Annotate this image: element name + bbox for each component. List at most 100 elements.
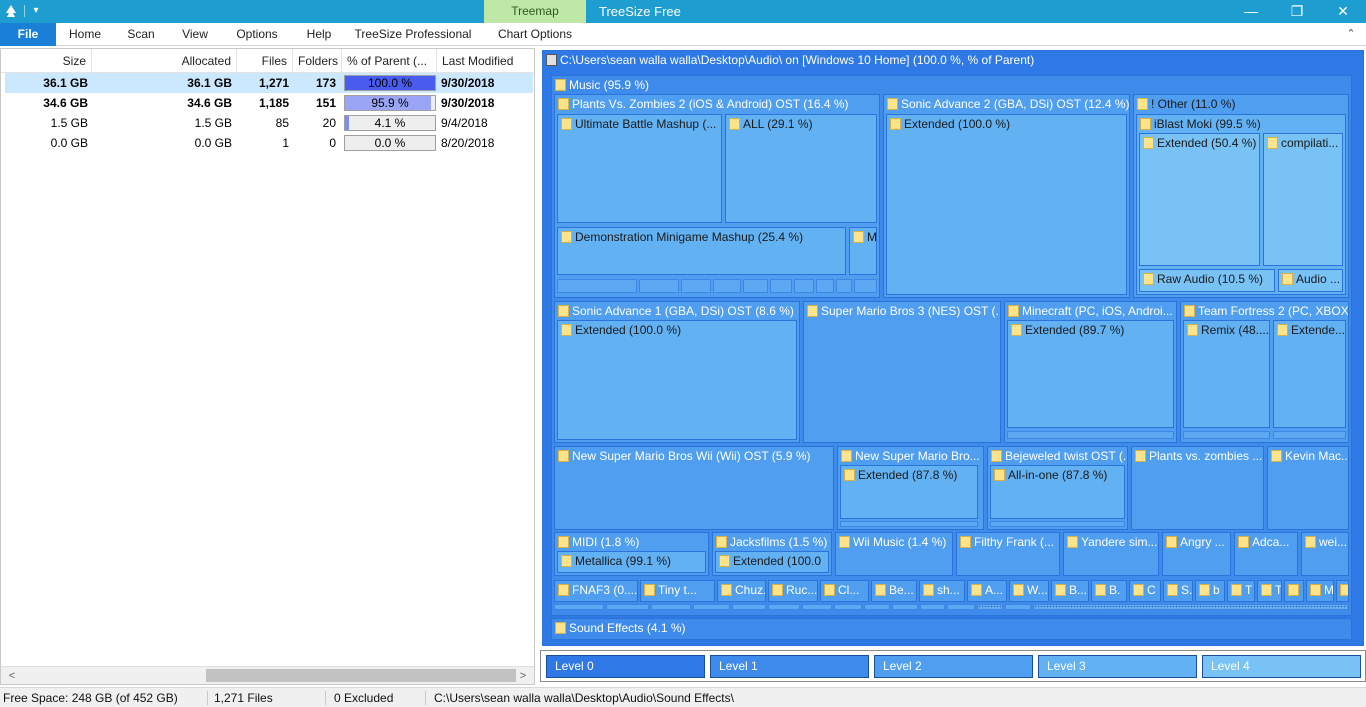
table-row[interactable]: 1.5 GB 1.5 GB 85 20 4.1 % 9/4/2018 [5, 113, 533, 133]
treemap-folder-small[interactable]: Ruc... [768, 580, 818, 602]
treemap-file[interactable] [977, 604, 1003, 610]
level-2-button[interactable]: Level 2 [874, 655, 1033, 678]
treemap-file[interactable] [834, 604, 862, 610]
tab-help[interactable]: Help [296, 23, 342, 46]
column-header-allocated[interactable]: Allocated [92, 49, 237, 73]
treemap-folder-wii-music[interactable]: Wii Music (1.4 %) [835, 532, 953, 576]
treemap-folder-plants-vs-zombies[interactable]: Plants vs. zombies ... [1131, 446, 1264, 530]
treemap-folder-small[interactable]: Tiny t... [640, 580, 715, 602]
treemap-folder-jacksfilms-extended[interactable]: Extended (100.0 [715, 551, 829, 573]
treemap-folder-small[interactable]: Chuz... [717, 580, 766, 602]
context-tab-treemap[interactable]: Treemap [484, 0, 586, 23]
treemap-folder-nsmb-extended[interactable]: Extended (87.8 %) [840, 465, 978, 519]
column-header-files[interactable]: Files [237, 49, 293, 73]
tab-scan[interactable]: Scan [118, 23, 164, 46]
column-header-percent-of-parent[interactable]: % of Parent (... [342, 49, 437, 73]
treemap-folder-small[interactable]: C [1129, 580, 1161, 602]
treemap-folder-smb3[interactable]: Super Mario Bros 3 (NES) OST (... [803, 301, 1001, 443]
treemap-file[interactable] [651, 604, 691, 610]
treemap-file[interactable] [681, 279, 711, 293]
treemap-file[interactable] [1005, 604, 1031, 610]
treemap-file[interactable] [1007, 431, 1174, 439]
quick-access-dropdown-icon[interactable]: ▾ [30, 4, 42, 18]
treemap-folder-angry[interactable]: Angry ... [1162, 532, 1231, 576]
treemap-folder-small[interactable]: A... [967, 580, 1007, 602]
treemap-folder-wei[interactable]: wei... [1301, 532, 1349, 576]
level-4-button[interactable]: Level 4 [1202, 655, 1361, 678]
column-header-last-modified[interactable]: Last Modified [437, 49, 534, 73]
treemap-folder-sa1-extended[interactable]: Extended (100.0 %) [557, 320, 797, 440]
tab-options[interactable]: Options [228, 23, 286, 46]
treemap-folder-yandere-sim[interactable]: Yandere sim... [1063, 532, 1159, 576]
treemap-folder-small[interactable]: B... [1051, 580, 1089, 602]
treemap-folder-filthy-frank[interactable]: Filthy Frank (... [956, 532, 1060, 576]
treemap-folder-nsmb-wii[interactable]: New Super Mario Bros Wii (Wii) OST (5.9 … [554, 446, 834, 530]
treemap-file[interactable] [713, 279, 741, 293]
table-row[interactable]: 0.0 GB 0.0 GB 1 0 0.0 % 8/20/2018 [5, 133, 533, 153]
treemap-folder-minecraft-extended[interactable]: Extended (89.7 %) [1007, 320, 1174, 428]
treemap-folder-small[interactable]: Be... [871, 580, 917, 602]
treemap-folder-audio[interactable]: Audio ... [1278, 269, 1343, 292]
horizontal-scrollbar[interactable]: < > [1, 666, 534, 684]
treemap-file[interactable] [920, 604, 945, 610]
treesize-app-icon[interactable] [4, 4, 18, 18]
table-row[interactable]: 34.6 GB 34.6 GB 1,185 151 95.9 % 9/30/2018 [5, 93, 533, 113]
treemap-folder-small[interactable]: T [1257, 580, 1282, 602]
treemap-file[interactable] [639, 279, 679, 293]
treemap-folder-sa2-extended[interactable]: Extended (100.0 %) [886, 114, 1127, 295]
treemap-folder-small[interactable]: W... [1009, 580, 1049, 602]
treemap-folder-small[interactable]: S. [1163, 580, 1193, 602]
treemap-folder-small[interactable]: FNAF3 (0.... [554, 580, 638, 602]
scroll-left-icon[interactable]: < [3, 667, 21, 685]
level-3-button[interactable]: Level 3 [1038, 655, 1197, 678]
treemap-folder-small[interactable] [1336, 580, 1349, 602]
scrollbar-thumb[interactable] [206, 669, 516, 682]
treemap-file[interactable] [1273, 431, 1346, 439]
treemap[interactable]: C:\Users\sean walla walla\Desktop\Audio\… [540, 48, 1366, 648]
tab-file[interactable]: File [0, 23, 56, 46]
treemap-file[interactable] [1183, 431, 1270, 439]
treemap-file[interactable] [947, 604, 975, 610]
treemap-file[interactable] [1033, 604, 1349, 610]
treemap-folder-raw-audio[interactable]: Raw Audio (10.5 %) [1139, 269, 1275, 292]
treemap-folder-small[interactable] [1284, 580, 1304, 602]
treemap-file[interactable] [990, 521, 1125, 527]
treemap-folder-kevin-mac[interactable]: Kevin Mac... [1267, 446, 1349, 530]
treemap-folder-small[interactable]: T [1227, 580, 1255, 602]
treemap-file[interactable] [768, 604, 800, 610]
tab-treesize-professional[interactable]: TreeSize Professional [352, 23, 474, 46]
treemap-file[interactable] [554, 604, 604, 610]
treemap-file[interactable] [794, 279, 814, 293]
treemap-folder-compilation[interactable]: compilati... [1263, 133, 1343, 266]
treemap-folder-small[interactable]: B. [1091, 580, 1127, 602]
treemap-folder-small[interactable]: M.. [1306, 580, 1334, 602]
treemap-file[interactable] [693, 604, 730, 610]
treemap-folder-ultimate-battle-mashup[interactable]: Ultimate Battle Mashup (... [557, 114, 722, 223]
treemap-folder-small[interactable]: sh... [919, 580, 965, 602]
treemap-file[interactable] [606, 604, 649, 610]
treemap-folder-m[interactable]: M [849, 227, 877, 275]
treemap-folder-small[interactable]: b [1195, 580, 1225, 602]
treemap-file[interactable] [864, 604, 890, 610]
minimize-button[interactable]: — [1228, 0, 1274, 23]
treemap-file[interactable] [892, 604, 918, 610]
treemap-folder-demonstration-mashup[interactable]: Demonstration Minigame Mashup (25.4 %) [557, 227, 846, 275]
treemap-folder-iblast-extended[interactable]: Extended (50.4 %) [1139, 133, 1260, 266]
collapse-ribbon-icon[interactable]: ⌃ [1344, 27, 1358, 41]
treemap-folder-bejeweled-all-in-one[interactable]: All-in-one (87.8 %) [990, 465, 1125, 519]
level-1-button[interactable]: Level 1 [710, 655, 869, 678]
treemap-folder-metallica[interactable]: Metallica (99.1 %) [557, 551, 706, 573]
treemap-folder-tf2-extended[interactable]: Extende... [1273, 320, 1346, 428]
tab-view[interactable]: View [172, 23, 218, 46]
column-header-folders[interactable]: Folders [293, 49, 342, 73]
treemap-file[interactable] [854, 279, 877, 293]
treemap-folder-adca[interactable]: Adca... [1234, 532, 1298, 576]
treemap-file[interactable] [732, 604, 766, 610]
restore-button[interactable]: ❐ [1274, 0, 1320, 23]
treemap-file[interactable] [770, 279, 792, 293]
close-button[interactable]: ✕ [1320, 0, 1366, 23]
level-0-button[interactable]: Level 0 [546, 655, 705, 678]
treemap-file[interactable] [743, 279, 768, 293]
column-header-size[interactable]: Size [1, 49, 92, 73]
treemap-file[interactable] [840, 521, 978, 527]
